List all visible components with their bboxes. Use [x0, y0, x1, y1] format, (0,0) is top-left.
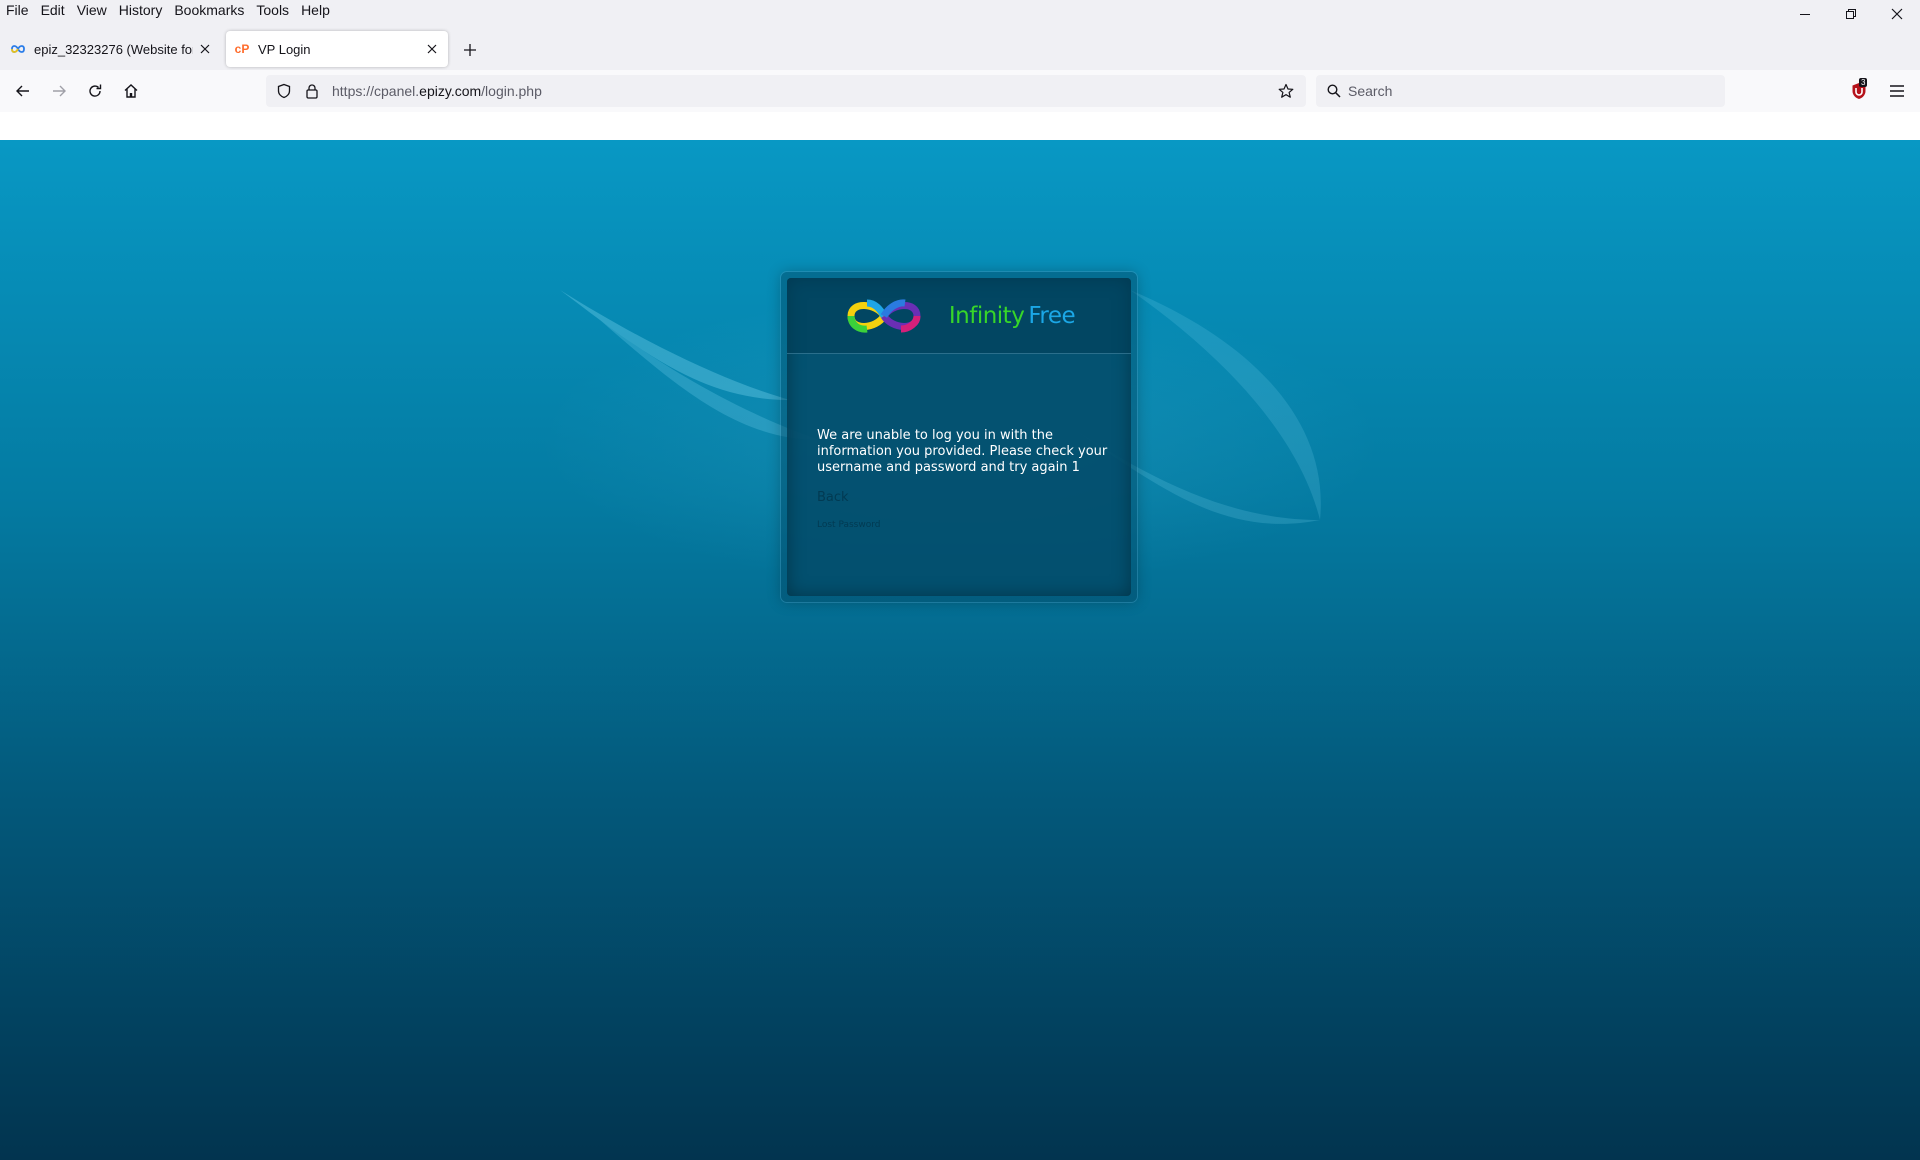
- menu-bar: File Edit View History Bookmarks Tools H…: [0, 0, 1920, 22]
- menu-file[interactable]: File: [0, 0, 35, 22]
- close-icon: [427, 44, 437, 54]
- login-panel: Infinity Free We are unable to log you in…: [781, 272, 1137, 602]
- infinity-logo-icon: [847, 298, 921, 333]
- tab-title: VP Login: [258, 41, 311, 57]
- menu-bookmarks[interactable]: Bookmarks: [168, 0, 250, 22]
- extension-badge: 3: [1859, 78, 1868, 87]
- cpanel-icon: cP: [234, 42, 250, 56]
- hamburger-icon: [1890, 85, 1904, 97]
- plus-icon: [464, 44, 476, 56]
- close-icon: [1891, 8, 1903, 20]
- back-link[interactable]: Back: [817, 490, 849, 505]
- login-panel-inner: Infinity Free We are unable to log you in…: [787, 278, 1131, 596]
- url-scheme: https://cpanel.: [332, 83, 420, 99]
- new-tab-button[interactable]: [456, 36, 484, 64]
- error-message: We are unable to log you in with the inf…: [817, 428, 1108, 475]
- infinityfree-logo: Infinity Free: [843, 295, 1076, 337]
- search-placeholder: Search: [1348, 83, 1393, 99]
- extension-button[interactable]: 3: [1844, 76, 1874, 106]
- shield-icon[interactable]: [270, 77, 298, 105]
- bookmark-star-button[interactable]: [1272, 77, 1300, 105]
- menu-tools[interactable]: Tools: [250, 0, 295, 22]
- arrow-left-icon: [16, 85, 29, 97]
- reload-button[interactable]: [80, 76, 110, 106]
- url-host: epizy.com: [419, 83, 482, 99]
- menu-help[interactable]: Help: [295, 0, 336, 22]
- login-page: Infinity Free We are unable to log you in…: [0, 140, 1920, 1160]
- url-path: /login.php: [481, 83, 542, 99]
- search-icon: [1320, 77, 1348, 105]
- infinity-icon: [10, 41, 26, 57]
- login-header: Infinity Free: [787, 278, 1131, 354]
- restore-icon: [1846, 9, 1856, 19]
- tab-epiz[interactable]: epiz_32323276 (Website for pow: [6, 31, 221, 67]
- logo-text: Infinity Free: [948, 302, 1076, 329]
- tab-close-button[interactable]: [420, 37, 444, 61]
- reload-icon: [89, 84, 102, 97]
- url-bar[interactable]: https://cpanel.epizy.com/login.php: [266, 75, 1306, 107]
- nav-bar: https://cpanel.epizy.com/login.php Searc…: [0, 70, 1920, 112]
- menu-history[interactable]: History: [113, 0, 169, 22]
- logo-word-free: Free: [1028, 302, 1076, 329]
- menu-view[interactable]: View: [71, 0, 113, 22]
- lost-password-link[interactable]: Lost Password: [817, 520, 880, 530]
- url-text[interactable]: https://cpanel.epizy.com/login.php: [332, 83, 542, 99]
- tab-title: epiz_32323276 (Website for pow: [34, 41, 193, 57]
- page-top-strip: [0, 112, 1920, 140]
- minimize-icon: [1800, 14, 1810, 15]
- lock-icon[interactable]: [298, 77, 326, 105]
- app-menu-button[interactable]: [1882, 76, 1912, 106]
- tab-close-button[interactable]: [193, 37, 217, 61]
- close-icon: [200, 44, 210, 54]
- home-icon: [124, 84, 138, 98]
- star-icon: [1278, 83, 1294, 98]
- tab-strip: epiz_32323276 (Website for pow cP VP Log…: [0, 22, 1920, 70]
- logo-word-infinity: Infinity: [948, 302, 1025, 329]
- back-button[interactable]: [8, 76, 38, 106]
- arrow-right-icon: [53, 85, 66, 97]
- menu-edit[interactable]: Edit: [35, 0, 71, 22]
- home-button[interactable]: [116, 76, 146, 106]
- tab-vp-login[interactable]: cP VP Login: [226, 31, 448, 67]
- forward-button[interactable]: [44, 76, 74, 106]
- search-input[interactable]: Search: [1316, 75, 1725, 107]
